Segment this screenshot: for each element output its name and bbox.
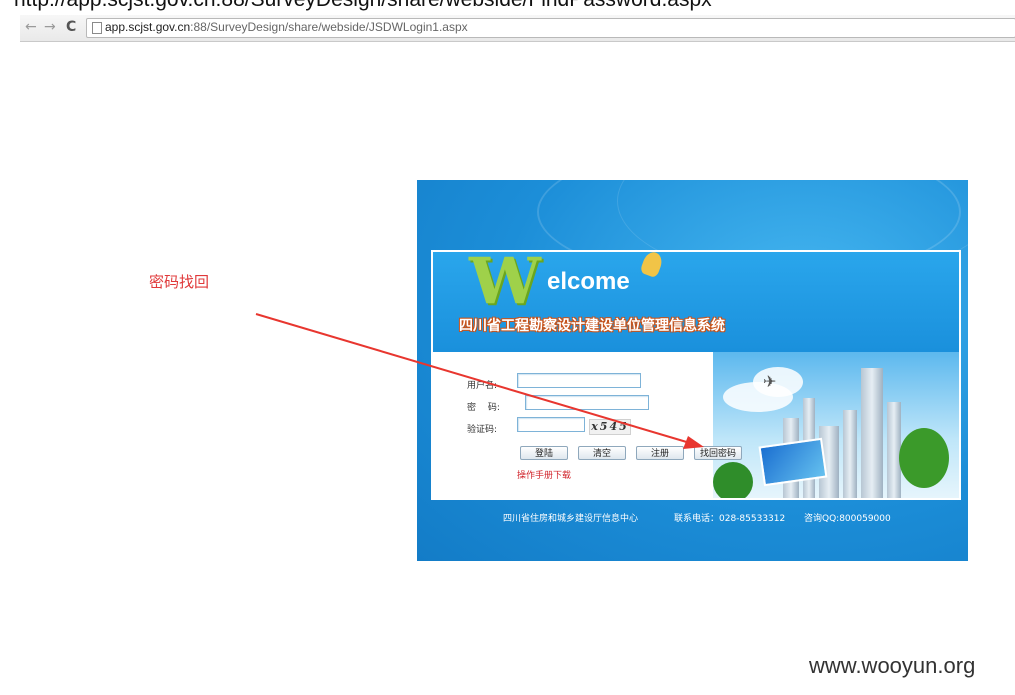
welcome-w-logo: W (469, 244, 541, 319)
password-label: 密 码: (467, 403, 500, 413)
captcha-input[interactable] (517, 417, 585, 432)
forward-icon[interactable]: → (44, 19, 56, 35)
tree (899, 428, 949, 488)
back-icon[interactable]: ← (25, 19, 37, 35)
find-password-button[interactable]: 找回密码 (694, 446, 742, 460)
password-input[interactable] (525, 395, 649, 410)
manual-download-link[interactable]: 操作手册下载 (517, 468, 571, 481)
airplane-icon: ✈ (763, 372, 777, 391)
username-label: 用户名: (467, 381, 498, 391)
tree (713, 462, 753, 498)
footer-organization: 四川省住房和城乡建设厅信息中心 (503, 514, 639, 524)
clear-button[interactable]: 清空 (578, 446, 626, 460)
city-scene-image: ✈ (713, 352, 959, 498)
captcha-label: 验证码: (467, 425, 498, 435)
annotation-label: 密码找回 (149, 273, 210, 291)
login-panel: W elcome 四川省工程勘察设计建设单位管理信息系统 ✈ 用户名: 密 码:… (417, 180, 968, 561)
footer-qq: 咨询QQ:800059000 (804, 514, 891, 524)
login-button[interactable]: 登陆 (520, 446, 568, 460)
system-title: 四川省工程勘察设计建设单位管理信息系统 (459, 318, 725, 334)
cloud (753, 367, 803, 397)
watermark: www.wooyun.org (809, 653, 976, 678)
building (843, 410, 857, 498)
page-icon (92, 22, 102, 34)
document-url-text: http://app.scjst.gov.cn:88/SurveyDesign/… (14, 0, 712, 12)
reload-icon[interactable]: C (66, 19, 76, 35)
login-frame: W elcome 四川省工程勘察设计建设单位管理信息系统 ✈ 用户名: 密 码:… (431, 244, 961, 500)
username-input[interactable] (517, 373, 641, 388)
footer-phone: 联系电话：028-85533312 (674, 514, 786, 524)
address-url[interactable]: app.scjst.gov.cn:88/SurveyDesign/share/w… (105, 20, 468, 34)
welcome-text: elcome (547, 268, 630, 295)
register-button[interactable]: 注册 (636, 446, 684, 460)
building (861, 368, 883, 498)
captcha-image[interactable]: x545 (589, 419, 631, 435)
address-bar[interactable]: app.scjst.gov.cn:88/SurveyDesign/share/w… (86, 18, 1015, 38)
url-path: :88/SurveyDesign/share/webside/JSDWLogin… (190, 20, 468, 34)
welcome-banner: W elcome 四川省工程勘察设计建设单位管理信息系统 (433, 244, 959, 352)
billboard-image (758, 437, 828, 487)
browser-toolbar: ← → C app.scjst.gov.cn:88/SurveyDesign/s… (20, 15, 1015, 42)
butterfly-icon (639, 249, 665, 279)
url-host: app.scjst.gov.cn (105, 20, 191, 34)
